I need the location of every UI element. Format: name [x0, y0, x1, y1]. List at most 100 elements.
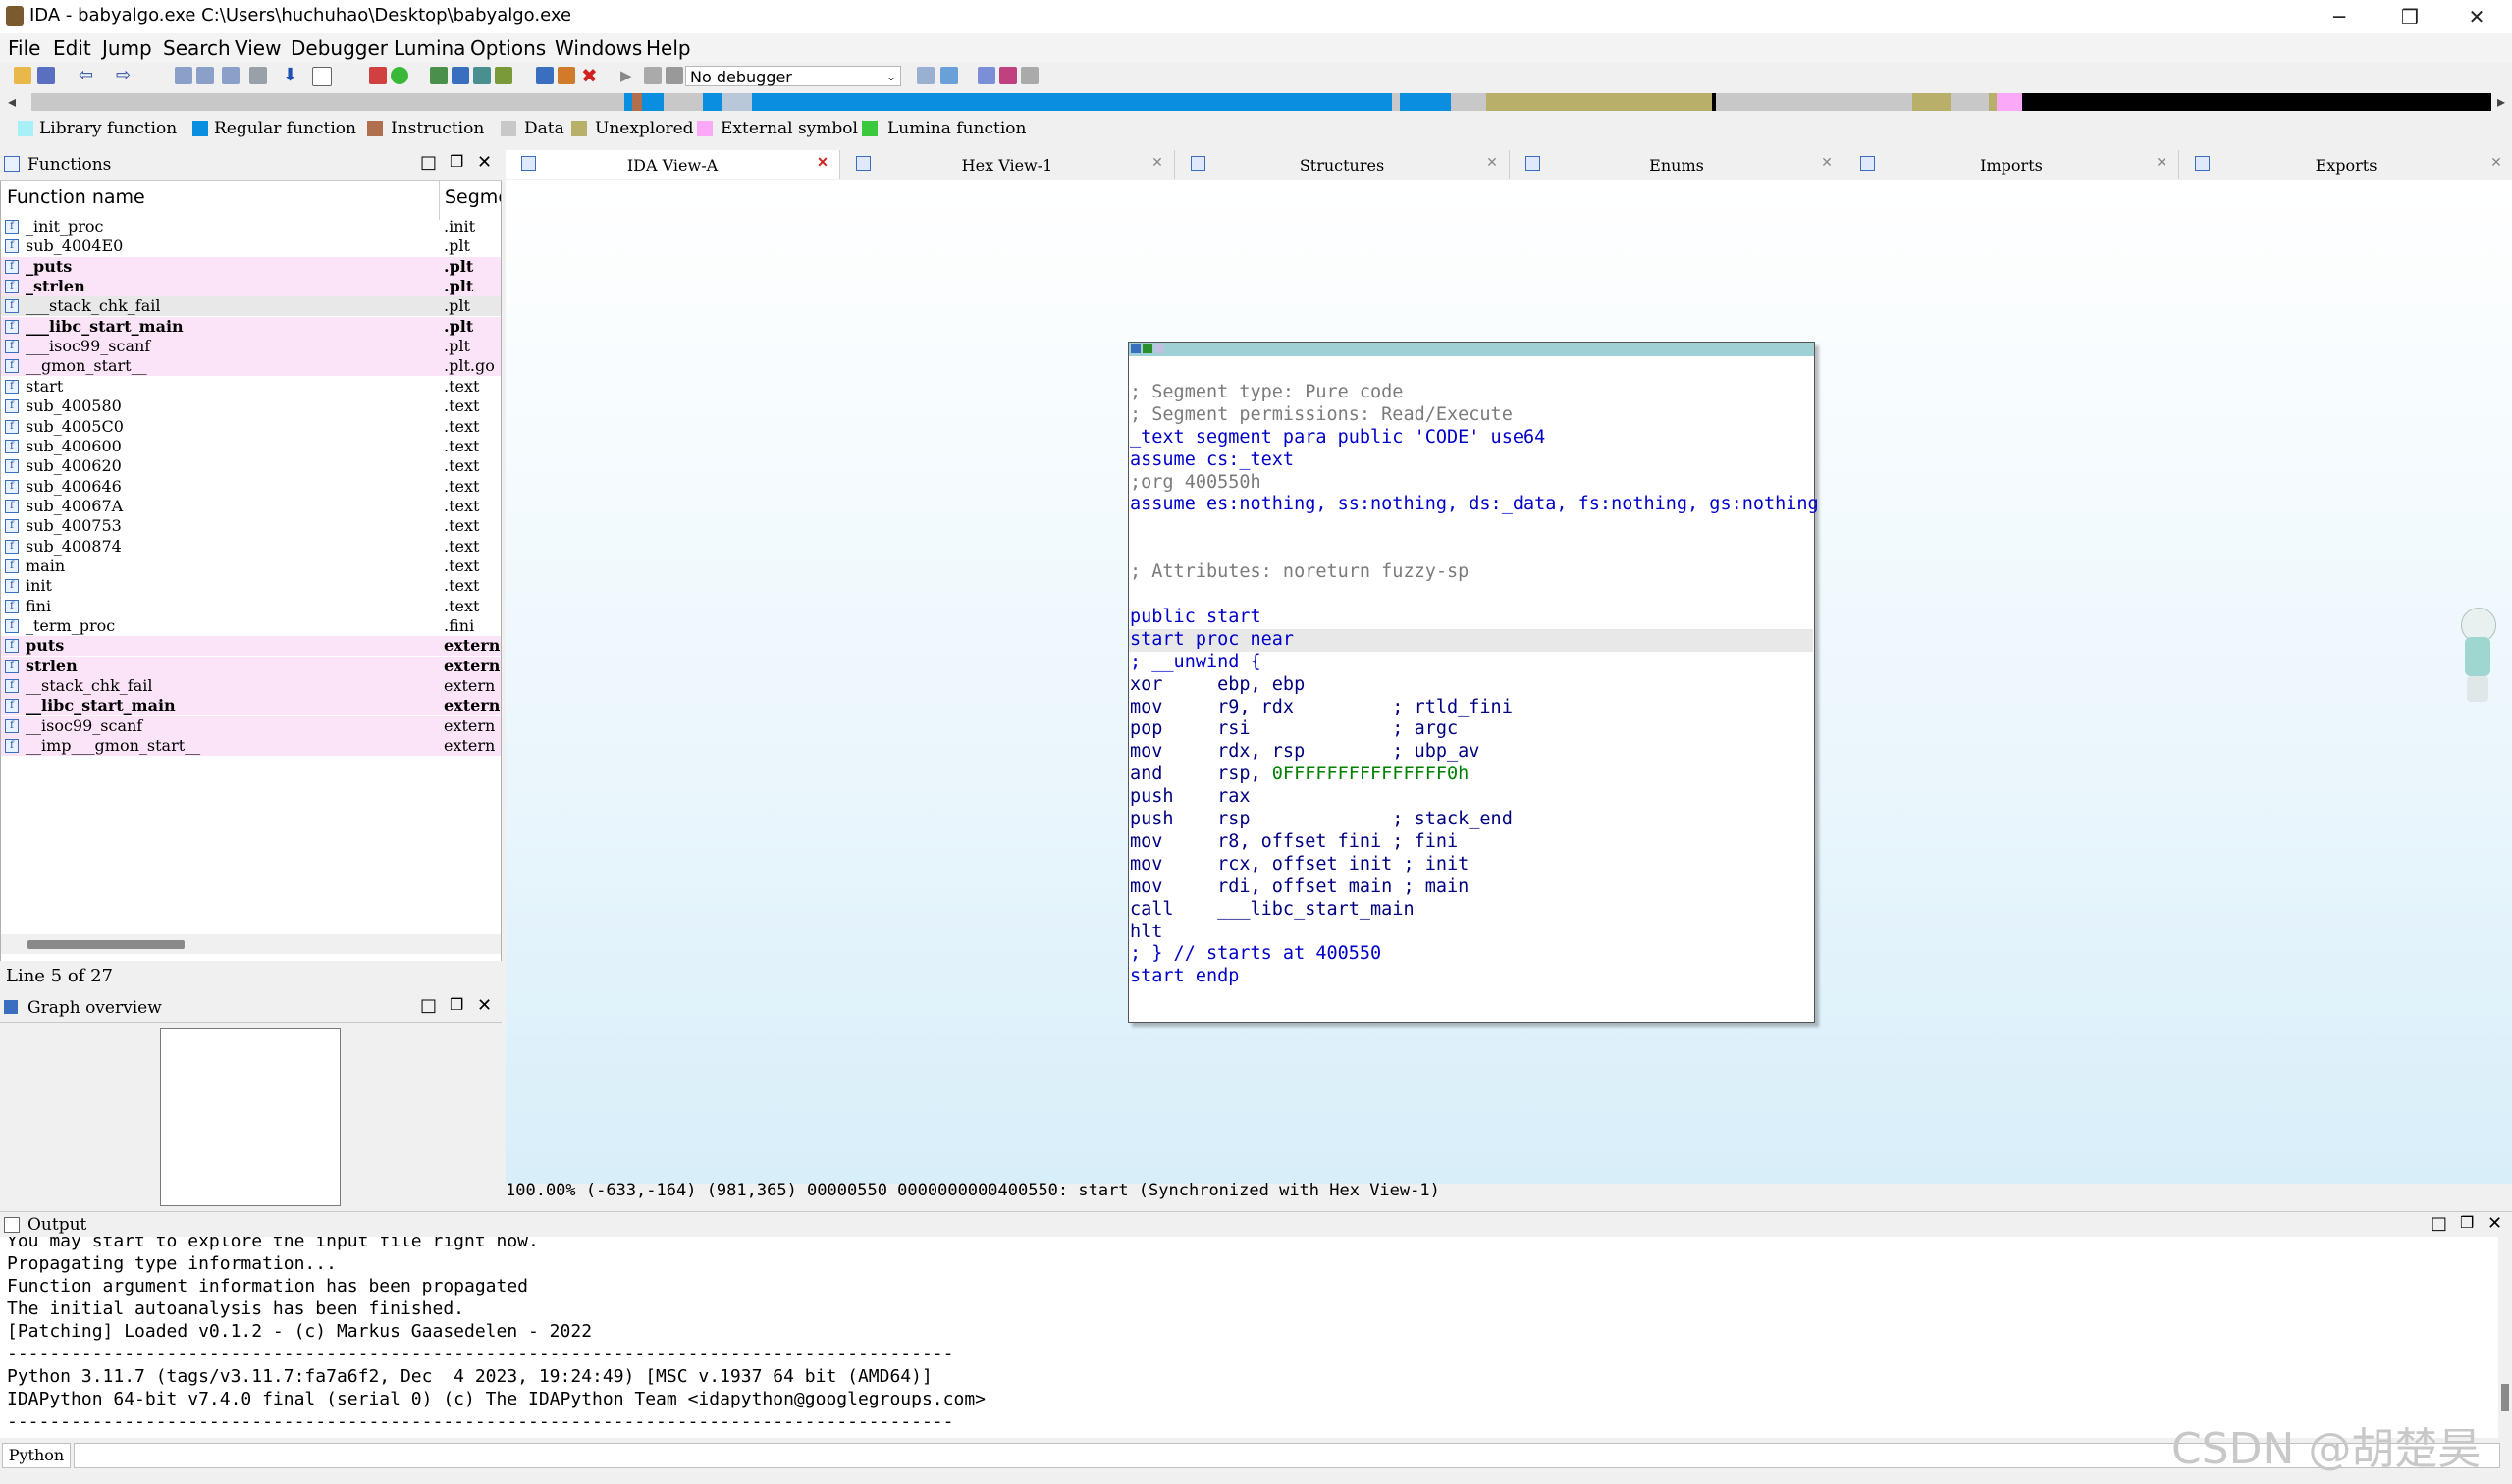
- tab-close-icon[interactable]: ✕: [1820, 156, 1834, 170]
- graph-icon[interactable]: [369, 67, 387, 84]
- open-icon[interactable]: [14, 67, 31, 84]
- menu-jump[interactable]: Jump: [102, 36, 152, 60]
- code-line[interactable]: assume es:nothing, ss:nothing, ds:_data,…: [1130, 494, 1819, 516]
- save-icon[interactable]: [37, 67, 55, 84]
- cancel-icon[interactable]: ✖: [581, 66, 599, 85]
- menu-file[interactable]: File: [8, 36, 40, 60]
- output-scrollbar[interactable]: [2498, 1237, 2512, 1438]
- restore-icon[interactable]: ❒: [2375, 0, 2445, 33]
- forward-icon[interactable]: ⇨: [116, 67, 134, 84]
- function-row[interactable]: f ___libc_start_main .plt: [1, 316, 501, 337]
- function-row[interactable]: f __stack_chk_fail extern: [1, 676, 501, 697]
- code-line[interactable]: pop rsi ; argc: [1130, 718, 1458, 741]
- code-line[interactable]: ; Attributes: noreturn fuzzy-sp: [1130, 561, 1469, 584]
- menu-windows[interactable]: Windows: [555, 36, 642, 60]
- ida-view-graph[interactable]: ; Segment type: Pure code; Segment permi…: [506, 180, 2512, 1184]
- python-language-button[interactable]: Python: [2, 1443, 71, 1468]
- overview-viewport[interactable]: [160, 1028, 341, 1206]
- tab-hex-view-1[interactable]: Hex View-1 ✕: [840, 150, 1175, 179]
- function-row[interactable]: f __imp___gmon_start__ extern: [1, 736, 501, 757]
- pause-icon[interactable]: [644, 67, 662, 84]
- tracing-off-icon[interactable]: [1021, 67, 1039, 84]
- float-icon[interactable]: ❒: [450, 995, 463, 1014]
- function-row[interactable]: f _init_proc .init: [1, 217, 501, 237]
- maximize-icon[interactable]: □: [420, 995, 437, 1016]
- call-icon[interactable]: [473, 67, 491, 84]
- node-header[interactable]: [1129, 343, 1814, 356]
- output-scrollbar-thumb[interactable]: [2501, 1384, 2509, 1411]
- hex-constant[interactable]: 0FFFFFFFFFFFFFFF0h: [1272, 764, 1469, 784]
- function-row[interactable]: f sub_400874 .text: [1, 537, 501, 556]
- graph-overview-area[interactable]: [0, 1023, 502, 1209]
- function-row[interactable]: f __isoc99_scanf extern: [1, 716, 501, 736]
- column-header-segment[interactable]: Segme: [445, 186, 501, 208]
- play-icon[interactable]: ▶: [620, 67, 638, 84]
- tab-exports[interactable]: Exports ✕: [2179, 150, 2512, 179]
- function-row[interactable]: f sub_400753 .text: [1, 516, 501, 536]
- column-header-function-name[interactable]: Function name: [7, 186, 145, 208]
- function-row[interactable]: f sub_40067A .text: [1, 497, 501, 516]
- functions-list[interactable]: Function name Segme f_init_proc.initfsub…: [0, 181, 502, 961]
- xref-icon[interactable]: [452, 67, 469, 84]
- nav-left-arrow-icon[interactable]: ◂: [8, 92, 16, 111]
- function-row[interactable]: f sub_400646 .text: [1, 477, 501, 497]
- node-color-icon[interactable]: [1131, 344, 1141, 353]
- run-circle-icon[interactable]: [391, 67, 408, 84]
- close-panel-icon[interactable]: ✕: [477, 995, 492, 1016]
- code-line[interactable]: xor ebp, ebp: [1130, 674, 1305, 697]
- menu-view[interactable]: View: [235, 36, 281, 60]
- code-line[interactable]: mov rdi, offset main ; main: [1130, 876, 1469, 899]
- function-row[interactable]: f strlen extern: [1, 656, 501, 676]
- jump-down-icon[interactable]: ⬇: [283, 67, 300, 84]
- function-row[interactable]: f sub_400600 .text: [1, 437, 501, 456]
- function-row[interactable]: f _term_proc .fini: [1, 616, 501, 636]
- python-command-input[interactable]: [74, 1443, 2500, 1468]
- plugin-icon[interactable]: [558, 67, 575, 84]
- tab-enums[interactable]: Enums ✕: [1510, 150, 1844, 179]
- copy-icon[interactable]: [175, 67, 192, 84]
- function-row[interactable]: f sub_400620 .text: [1, 456, 501, 476]
- code-line[interactable]: ;org 400550h: [1130, 472, 1261, 495]
- function-row[interactable]: f __libc_start_main extern: [1, 696, 501, 716]
- detach-icon[interactable]: [940, 67, 958, 84]
- menu-debugger[interactable]: Debugger: [291, 36, 388, 60]
- close-panel-icon[interactable]: ✕: [477, 152, 492, 173]
- function-row[interactable]: f main .text: [1, 556, 501, 576]
- menu-search[interactable]: Search: [163, 36, 231, 60]
- close-panel-icon[interactable]: ✕: [2487, 1213, 2502, 1234]
- code-line[interactable]: push rax: [1130, 786, 1251, 809]
- output-window[interactable]: You may start to explore the input file …: [0, 1237, 2498, 1438]
- scrollbar-thumb[interactable]: [27, 940, 185, 949]
- navigation-band[interactable]: ◂ ▸: [0, 91, 2512, 115]
- node-collapse-icon[interactable]: [1154, 344, 1164, 353]
- tab-close-icon[interactable]: ✕: [2489, 156, 2503, 170]
- code-line[interactable]: ; Segment type: Pure code: [1130, 382, 1403, 404]
- graph-node-start[interactable]: ; Segment type: Pure code; Segment permi…: [1128, 342, 1819, 1023]
- clipboard-icon[interactable]: [222, 67, 240, 84]
- binary-search-icon[interactable]: [249, 67, 267, 84]
- maximize-icon[interactable]: □: [420, 152, 437, 173]
- function-row[interactable]: f sub_400580 .text: [1, 397, 501, 416]
- float-icon[interactable]: ❒: [450, 152, 463, 171]
- code-line[interactable]: mov rcx, offset init ; init: [1130, 854, 1469, 876]
- code-line[interactable]: hlt: [1130, 922, 1162, 944]
- code-line[interactable]: ; __unwind {: [1130, 652, 1261, 674]
- tab-close-icon[interactable]: ✕: [2155, 156, 2168, 170]
- code-line[interactable]: mov r8, offset fini ; fini: [1130, 831, 1458, 854]
- function-row[interactable]: f puts extern: [1, 636, 501, 657]
- code-line[interactable]: start endp: [1130, 966, 1239, 988]
- text-search-icon[interactable]: [312, 67, 332, 86]
- function-row[interactable]: f __gmon_start__ .plt.go: [1, 356, 501, 377]
- column-divider[interactable]: [439, 181, 440, 220]
- maximize-icon[interactable]: □: [2431, 1213, 2447, 1234]
- proximity-icon[interactable]: [495, 67, 512, 84]
- paste-icon[interactable]: [196, 67, 214, 84]
- code-line[interactable]: push rsp ; stack_end: [1130, 809, 1513, 831]
- function-row[interactable]: f ___stack_chk_fail .plt: [1, 296, 501, 317]
- tab-close-icon[interactable]: ✕: [1150, 156, 1164, 170]
- function-row[interactable]: f _strlen .plt: [1, 277, 501, 297]
- code-line[interactable]: ; } // starts at 400550: [1130, 943, 1381, 966]
- code-line[interactable]: assume cs:_text: [1130, 450, 1294, 472]
- function-row[interactable]: f init .text: [1, 576, 501, 596]
- code-line[interactable]: public start: [1130, 607, 1261, 629]
